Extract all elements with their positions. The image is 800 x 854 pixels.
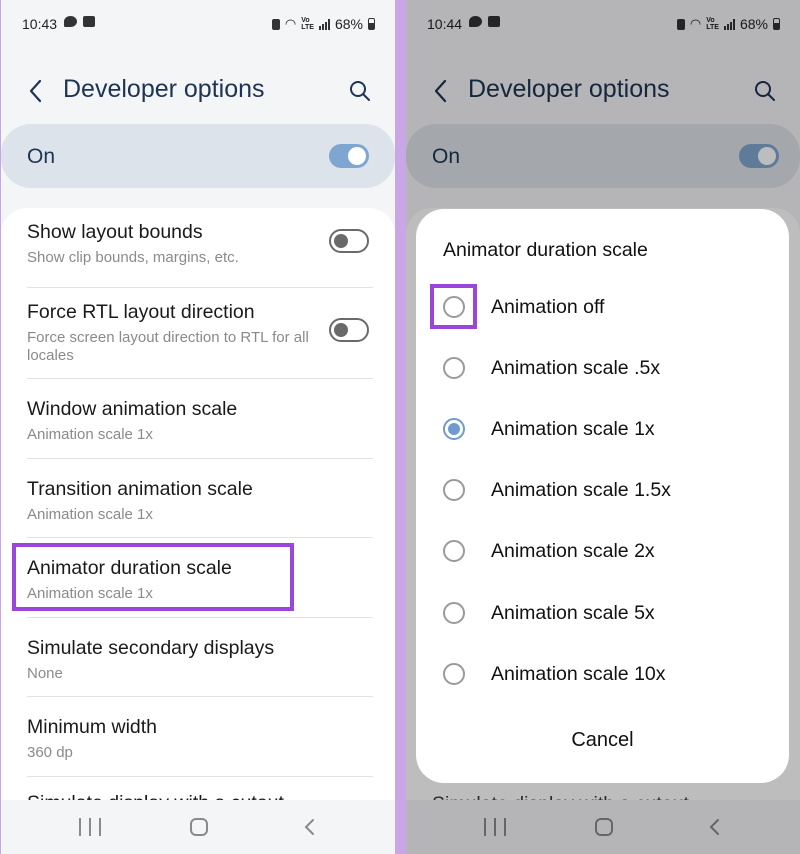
battery-percent: 68% (334, 16, 363, 32)
option-animation-scale-1-5x[interactable]: Animation scale 1.5x (443, 470, 779, 510)
setting-title: Transition animation scale (27, 478, 253, 500)
setting-subtitle: Animation scale 1x (27, 426, 153, 443)
setting-title: Animator duration scale (27, 557, 232, 579)
volte-icon: Vo LTE (301, 17, 314, 31)
setting-window-animation-scale[interactable]: Window animation scale Animation scale 1… (27, 398, 373, 444)
divider (27, 537, 373, 538)
recent-apps-icon[interactable] (79, 818, 101, 836)
option-animation-scale-0-5x[interactable]: Animation scale .5x (443, 348, 779, 388)
nav-back-icon[interactable] (302, 818, 316, 836)
option-label: Animation scale .5x (491, 357, 661, 379)
status-bar: 10:43 ◠ Vo LTE 68% (1, 0, 395, 48)
app-bar: Developer options (1, 70, 395, 114)
force-rtl-toggle[interactable] (329, 318, 369, 342)
radio-button-selected[interactable] (443, 418, 465, 440)
radio-button[interactable] (443, 602, 465, 624)
status-time: 10:43 (22, 16, 58, 32)
option-animation-scale-5x[interactable]: Animation scale 5x (443, 593, 779, 633)
cancel-button[interactable]: Cancel (416, 729, 789, 752)
divider (27, 458, 373, 459)
divider (27, 617, 373, 618)
gallery-icon (83, 16, 95, 27)
option-animation-off[interactable]: Animation off (443, 287, 779, 327)
divider (27, 776, 373, 777)
wifi-icon: ◠ (284, 16, 297, 31)
show-layout-bounds-toggle[interactable] (329, 229, 369, 253)
setting-minimum-width[interactable]: Minimum width 360 dp (27, 716, 373, 762)
radio-button[interactable] (443, 296, 465, 318)
option-animation-scale-1x[interactable]: Animation scale 1x (443, 409, 779, 449)
setting-show-layout-bounds[interactable]: Show layout bounds Show clip bounds, mar… (27, 221, 373, 267)
settings-list: Show layout bounds Show clip bounds, mar… (1, 208, 395, 800)
option-label: Animation scale 1.5x (491, 479, 671, 501)
search-icon[interactable] (347, 78, 373, 104)
setting-subtitle: Animation scale 1x (27, 585, 153, 602)
setting-title: Force RTL layout direction (27, 301, 255, 323)
signal-icon (318, 18, 330, 30)
setting-subtitle: 360 dp (27, 744, 73, 761)
setting-title: Simulate display with a cutout (27, 792, 373, 800)
setting-animator-duration-scale[interactable]: Animator duration scale Animation scale … (27, 557, 373, 603)
option-label: Animation scale 1x (491, 418, 655, 440)
option-label: Animation scale 5x (491, 602, 655, 624)
animator-scale-dialog-screen: 10:44 ◠ VoLTE 68% Developer options On S… (406, 0, 800, 854)
animator-duration-dialog: Animator duration scale Animation off An… (416, 209, 789, 783)
home-icon[interactable] (190, 818, 208, 836)
radio-button[interactable] (443, 479, 465, 501)
page-title: Developer options (63, 75, 265, 103)
setting-transition-animation-scale[interactable]: Transition animation scale Animation sca… (27, 478, 373, 524)
option-animation-scale-2x[interactable]: Animation scale 2x (443, 531, 779, 571)
setting-simulate-secondary-displays[interactable]: Simulate secondary displays None (27, 637, 373, 683)
divider (27, 696, 373, 697)
master-switch-label: On (27, 145, 56, 168)
setting-title: Show layout bounds (27, 221, 203, 243)
option-label: Animation scale 10x (491, 663, 666, 685)
battery-icon (368, 18, 375, 30)
message-icon (64, 16, 77, 27)
setting-subtitle: Force screen layout direction to RTL for… (27, 329, 309, 364)
setting-subtitle: Animation scale 1x (27, 506, 153, 523)
setting-title: Simulate secondary displays (27, 637, 275, 659)
radio-button[interactable] (443, 663, 465, 685)
master-switch-bar[interactable]: On (1, 124, 395, 188)
divider (27, 287, 373, 288)
master-toggle[interactable] (329, 144, 369, 168)
developer-options-screen: 10:43 ◠ Vo LTE 68% Developer options On S… (1, 0, 395, 854)
setting-subtitle: None (27, 665, 63, 682)
setting-title: Window animation scale (27, 398, 238, 420)
navigation-bar (1, 800, 395, 854)
option-label: Animation off (491, 296, 605, 318)
battery-saver-icon (271, 18, 280, 30)
dialog-title: Animator duration scale (443, 239, 648, 261)
radio-button[interactable] (443, 357, 465, 379)
setting-subtitle: Show clip bounds, margins, etc. (27, 249, 239, 266)
option-animation-scale-10x[interactable]: Animation scale 10x (443, 654, 779, 694)
radio-button[interactable] (443, 540, 465, 562)
setting-title: Minimum width (27, 716, 158, 738)
divider (27, 378, 373, 379)
setting-simulate-cutout[interactable]: Simulate display with a cutout (27, 792, 373, 800)
back-arrow-icon[interactable] (25, 76, 47, 106)
option-label: Animation scale 2x (491, 540, 655, 562)
setting-force-rtl[interactable]: Force RTL layout direction Force screen … (27, 301, 311, 365)
